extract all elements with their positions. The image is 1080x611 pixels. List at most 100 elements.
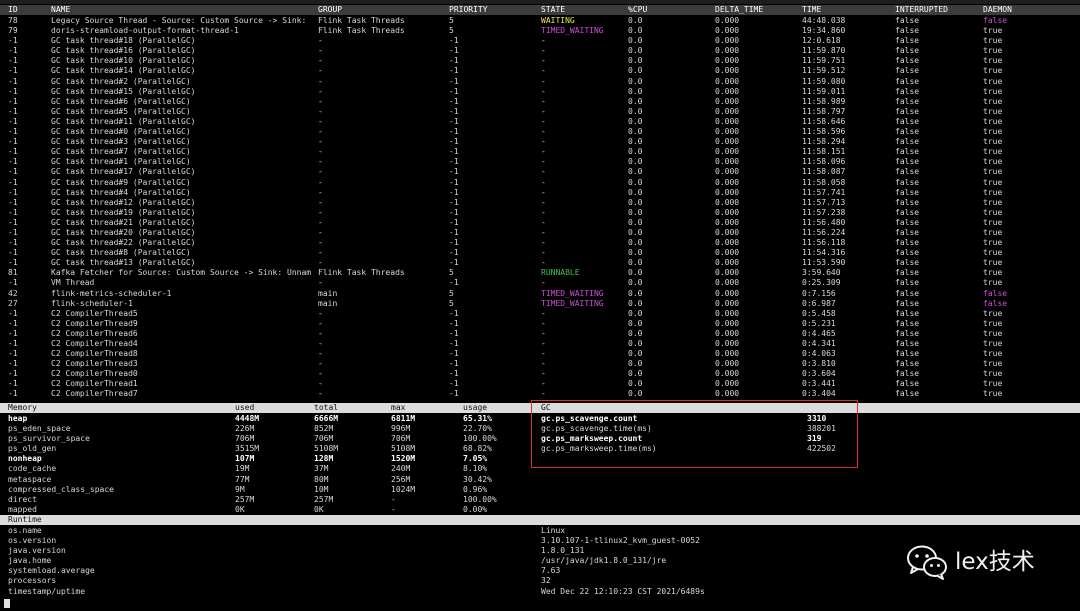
table-row[interactable]: -1 C2 CompilerThread1 - -1 - 0.0 0.000 0:3.441 f… <box>0 379 1080 389</box>
cell-name: Kafka Fetcher for Source: Custom Source … <box>51 268 312 278</box>
table-row[interactable]: -1 VM Thread - -1 - 0.0 0.000 0:25.309 false true <box>0 278 1080 288</box>
table-row[interactable]: -1 GC task thread#9 (ParallelGC) - -1 - 0.0 0.… <box>0 178 1080 188</box>
cell-delta-time: 0.000 <box>715 349 740 359</box>
table-row[interactable]: -1 GC task thread#17 (ParallelGC) - -1-0.0 0… <box>0 167 1080 177</box>
cell-time: 0:25.309 <box>802 278 841 288</box>
cell-daemon: true <box>983 268 1003 278</box>
cell-state: - <box>541 56 546 66</box>
table-row[interactable]: -1 GC task thread#2 (ParallelGC) - -1 - 0.0 0.… <box>0 77 1080 87</box>
cell-group: - <box>318 207 323 217</box>
memory-total: 10M <box>314 484 329 494</box>
table-row[interactable]: -1 C2 CompilerThread5 - -1 - 0.0 0.000 0:5.458 f… <box>0 309 1080 319</box>
cell-delta-time: 0.000 <box>715 167 740 177</box>
table-row[interactable]: -1 GC task thread#10 (ParallelGC) - -1-0.0 0… <box>0 56 1080 66</box>
runtime-row: timestamp/uptime Wed Dec 22 12:10:23 CST … <box>0 587 1080 597</box>
gc-table: gc.ps_scavenge.count 3310 gc.ps_scavenge.t… <box>0 414 1080 454</box>
cell-group: - <box>318 46 323 56</box>
cell-time: 11:58.797 <box>802 106 846 116</box>
cell-delta-time: 0.000 <box>715 238 740 248</box>
cell-id: -1 <box>8 137 18 147</box>
table-row[interactable]: -1 GC task thread#22 (ParallelGC) - -1-0.0 0… <box>0 238 1080 248</box>
cell-time: 0:4.465 <box>802 328 836 338</box>
cell-delta-time: 0.000 <box>715 288 740 298</box>
cell-priority: -1 <box>449 187 459 197</box>
cell-daemon: false <box>983 288 1008 298</box>
table-row[interactable]: 81 Kafka Fetcher for Source: Custom Sourc… <box>0 268 1080 278</box>
table-row[interactable]: -1 C2 CompilerThread4 - -1 - 0.0 0.000 0:4.341 f… <box>0 339 1080 349</box>
col-header-state: STATE <box>541 5 566 14</box>
table-row[interactable]: -1 C2 CompilerThread3 - -1 - 0.0 0.000 0:3.810 f… <box>0 359 1080 369</box>
cell-time: 0:7.156 <box>802 288 836 298</box>
cell-priority: -1 <box>449 197 459 207</box>
table-row[interactable]: -1 GC task thread#16 (ParallelGC) - -1-0.0 0… <box>0 46 1080 56</box>
memory-name: mapped <box>8 504 37 514</box>
cell-time: 11:57.741 <box>802 187 846 197</box>
table-row[interactable]: -1 C2 CompilerThread7 - -1 - 0.0 0.000 0:3.404 f… <box>0 389 1080 399</box>
table-row[interactable]: -1 GC task thread#0 (ParallelGC) - -1 - 0.0 0.… <box>0 127 1080 137</box>
cell-daemon: true <box>983 318 1003 328</box>
cell-priority: -1 <box>449 217 459 227</box>
runtime-name: java.home <box>8 556 52 566</box>
cell-state: - <box>541 339 546 348</box>
cell-priority: -1 <box>449 127 459 137</box>
cell-id: -1 <box>8 147 18 157</box>
cell-delta-time: 0.000 <box>715 96 740 106</box>
cell-name: GC task thread#6 (ParallelGC) <box>51 96 191 106</box>
table-row[interactable]: -1 GC task thread#20 (ParallelGC) - -1-0.0 0… <box>0 228 1080 238</box>
cell-delta-time: 0.000 <box>715 227 740 237</box>
memory-header-max: max <box>391 403 406 412</box>
cell-daemon: true <box>983 137 1003 147</box>
cell-state: - <box>541 308 546 318</box>
cell-cpu: 0.0 <box>628 369 643 379</box>
cell-name: GC task thread#10 (ParallelGC) <box>51 56 196 66</box>
cell-state: - <box>541 349 546 359</box>
table-row[interactable]: -1 GC task thread#7 (ParallelGC) - -1 - 0.0 0.… <box>0 147 1080 157</box>
cell-interrupted: false <box>895 349 920 359</box>
table-row[interactable]: -1 GC task thread#1 (ParallelGC) - -1 - 0.0 0.… <box>0 157 1080 167</box>
table-row[interactable]: 78 Legacy Source Thread - Source: Custom … <box>0 16 1080 26</box>
table-row[interactable]: -1 GC task thread#4 (ParallelGC) - -1 - 0.0 0.… <box>0 188 1080 198</box>
cell-time: 11:56.224 <box>802 227 846 237</box>
cell-name: GC task thread#4 (ParallelGC) <box>51 187 191 197</box>
table-row[interactable]: -1 C2 CompilerThread9 - -1 - 0.0 0.000 0:5.231 f… <box>0 319 1080 329</box>
cell-cpu: 0.0 <box>628 36 643 46</box>
table-row[interactable]: 79 doris-streamload-output-format-thread-… <box>0 26 1080 36</box>
cell-time: 11:57.713 <box>802 197 846 207</box>
table-row[interactable]: -1 GC task thread#13 (ParallelGC) - -1-0.0 0… <box>0 258 1080 268</box>
cell-name: C2 CompilerThread1 <box>51 379 138 389</box>
table-row[interactable]: -1 GC task thread#15 (ParallelGC) - -1-0.0 0… <box>0 87 1080 97</box>
table-row[interactable]: 27 flink-scheduler-1 main 5 TIMED_WAITING 0.0… <box>0 299 1080 309</box>
table-row[interactable]: -1 C2 CompilerThread8 - -1 - 0.0 0.000 0:4.063 f… <box>0 349 1080 359</box>
table-row[interactable]: -1 GC task thread#5 (ParallelGC) - -1 - 0.0 0.… <box>0 107 1080 117</box>
runtime-value: Wed Dec 22 12:10:23 CST 2021/6489s <box>541 586 705 596</box>
table-row[interactable]: -1 C2 CompilerThread6 - -1 - 0.0 0.000 0:4.465 f… <box>0 329 1080 339</box>
table-row[interactable]: -1 GC task thread#8 (ParallelGC) - -1 - 0.0 0.… <box>0 248 1080 258</box>
table-row[interactable]: -1 C2 CompilerThread0 - -1 - 0.0 0.000 0:3.604 f… <box>0 369 1080 379</box>
cell-time: 0:5.458 <box>802 308 836 318</box>
cell-daemon: true <box>983 86 1003 96</box>
memory-max: 240M <box>391 464 411 474</box>
cell-cpu: 0.0 <box>628 197 643 207</box>
table-row[interactable]: -1 GC task thread#21 (ParallelGC) - -1-0.0 0… <box>0 218 1080 228</box>
table-row[interactable]: -1 GC task thread#6 (ParallelGC) - -1 - 0.0 0.… <box>0 97 1080 107</box>
cell-priority: -1 <box>449 238 459 248</box>
table-row[interactable]: -1 GC task thread#12 (ParallelGC) - -1-0.0 0… <box>0 198 1080 208</box>
gc-name: gc.ps_marksweep.count <box>541 434 643 444</box>
cell-id: -1 <box>8 349 18 359</box>
table-row[interactable]: -1 GC task thread#11 (ParallelGC) - -1-0.0 0… <box>0 117 1080 127</box>
memory-max: - <box>391 494 396 504</box>
cell-delta-time: 0.000 <box>715 207 740 217</box>
cell-priority: 5 <box>449 298 454 308</box>
table-row[interactable]: -1 GC task thread#14 (ParallelGC) - -1-0.0 0… <box>0 66 1080 76</box>
table-row[interactable]: 42 flink-metrics-scheduler-1 main 5 TIMED_WA… <box>0 289 1080 299</box>
cell-state: - <box>541 36 546 46</box>
memory-total: 80M <box>314 474 329 484</box>
memory-used: 107M <box>235 454 255 464</box>
cell-time: 11:53.590 <box>802 258 846 268</box>
cell-interrupted: false <box>895 26 920 36</box>
table-row[interactable]: -1 GC task thread#3 (ParallelGC) - -1 - 0.0 0.… <box>0 137 1080 147</box>
cell-interrupted: false <box>895 258 920 268</box>
cell-name: GC task thread#2 (ParallelGC) <box>51 76 191 86</box>
table-row[interactable]: -1 GC task thread#18 (ParallelGC) - -1-0.0 0… <box>0 36 1080 46</box>
table-row[interactable]: -1 GC task thread#19 (ParallelGC) - -1-0.0 0… <box>0 208 1080 218</box>
